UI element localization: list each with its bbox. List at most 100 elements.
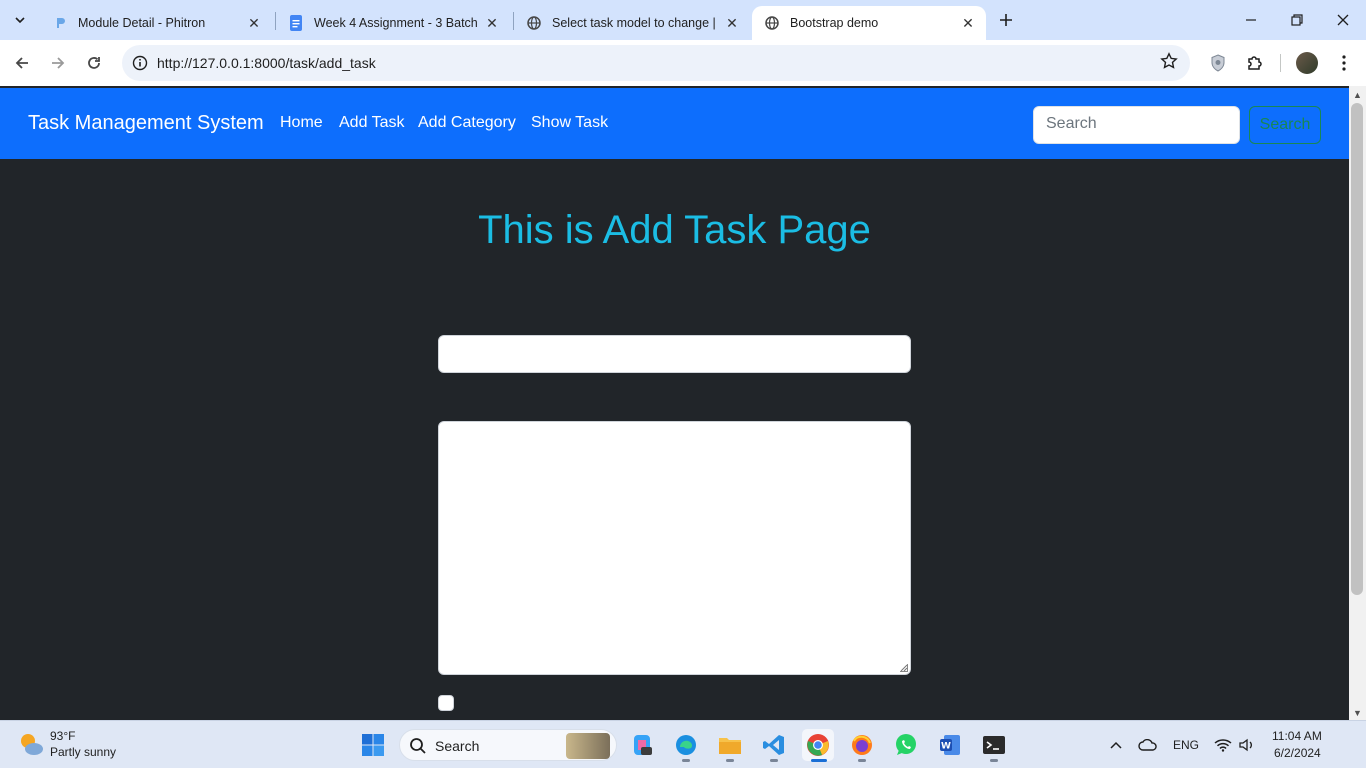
minimize-button[interactable] [1228,0,1274,40]
word-app[interactable]: W [934,729,966,761]
search-button[interactable]: Search [1249,106,1321,144]
page-scrollbar[interactable]: ▲ ▼ [1349,86,1366,720]
site-info-icon[interactable] [130,53,150,73]
phitron-icon [52,15,68,31]
reload-icon [88,57,100,69]
page-viewport: Task Management System Home Add Task Add… [0,86,1349,720]
restore-button[interactable] [1274,0,1320,40]
svg-text:W: W [941,742,951,752]
restore-icon [1291,14,1303,26]
firefox-app[interactable] [846,729,878,762]
tab-title: Week 4 Assignment - 3 Batch 4 [314,16,478,30]
scrollbar-thumb[interactable] [1351,103,1363,595]
kebab-menu-icon[interactable] [1332,51,1356,75]
browser-toolbar: http://127.0.0.1:8000/task/add_task [0,40,1366,86]
taskbar-search[interactable]: Search [399,729,617,761]
show-hidden-icons-button[interactable] [1106,721,1126,768]
nav-link-add-category[interactable]: Add Category [418,114,516,132]
shield-extension-icon[interactable] [1206,51,1230,75]
running-indicator [726,759,734,762]
clock-date[interactable]: 6/2/2024 [1274,746,1321,760]
tab-week4-assignment[interactable]: Week 4 Assignment - 3 Batch 4 ✕ [276,6,510,40]
weather-description[interactable]: Partly sunny [50,745,116,759]
close-icon[interactable]: ✕ [484,15,500,31]
scroll-down-icon[interactable]: ▼ [1353,708,1362,718]
task-description-textarea[interactable] [438,421,911,675]
profile-avatar[interactable] [1296,52,1318,74]
bookmark-star-icon[interactable] [1160,52,1178,75]
globe-icon [526,15,542,31]
word-icon: W [940,735,960,755]
running-indicator [990,759,998,762]
terminal-app[interactable] [978,729,1010,762]
whatsapp-icon [896,734,916,755]
docs-icon [288,15,304,31]
whatsapp-app[interactable] [890,729,922,761]
extensions-puzzle-icon[interactable] [1243,51,1267,75]
reload-button[interactable] [82,51,106,75]
search-icon [410,738,426,754]
site-navbar: Task Management System Home Add Task Add… [0,88,1349,159]
chrome-app[interactable] [802,729,834,762]
arrow-right-icon [52,57,65,69]
tab-search-button[interactable] [8,8,32,32]
globe-icon [764,15,780,31]
folder-icon [719,738,741,754]
edge-app[interactable] [670,729,702,762]
search-input[interactable]: Search [1033,106,1240,144]
new-tab-button[interactable] [994,8,1018,32]
firefox-icon [852,735,872,755]
running-indicator [770,759,778,762]
plus-icon [1000,14,1012,26]
forward-button[interactable] [46,51,70,75]
onedrive-tray[interactable] [1136,721,1160,768]
back-button[interactable] [10,51,34,75]
tab-select-task-model[interactable]: Select task model to change | D ✕ [514,6,750,40]
close-icon[interactable]: ✕ [246,15,262,31]
tab-title: Module Detail - Phitron [78,16,206,30]
tab-title: Bootstrap demo [790,16,879,30]
nav-link-add-task[interactable]: Add Task [339,114,405,132]
vscode-app[interactable] [758,729,790,762]
copilot-app[interactable] [626,729,658,761]
chevron-down-icon [15,17,25,24]
windows-logo-icon [362,734,384,756]
weather-sun-cloud-icon[interactable] [17,730,45,758]
nav-link-show-task[interactable]: Show Task [531,114,608,132]
navbar-brand[interactable]: Task Management System [28,112,264,135]
taskbar-search-label: Search [435,738,480,754]
close-icon [1337,14,1349,26]
task-completed-checkbox[interactable] [438,695,454,711]
toolbar-divider [1280,54,1281,72]
speaker-icon [1239,738,1252,752]
windows-taskbar: 93°F Partly sunny Search W ENG 11:04 AM … [0,720,1366,768]
active-indicator [811,759,827,762]
language-indicator[interactable]: ENG [1170,721,1202,768]
weather-temperature[interactable]: 93°F [50,729,75,743]
page-title: This is Add Task Page [478,208,871,252]
clock-time[interactable]: 11:04 AM [1272,729,1322,743]
scroll-up-icon[interactable]: ▲ [1353,90,1362,100]
close-icon[interactable]: ✕ [960,15,976,31]
close-window-button[interactable] [1320,0,1366,40]
url-text[interactable]: http://127.0.0.1:8000/task/add_task [157,55,376,71]
task-title-input[interactable] [438,335,911,373]
search-highlight-art [566,733,610,759]
chrome-icon [807,734,829,756]
volume-tray[interactable] [1236,721,1258,768]
language-label: ENG [1172,738,1199,752]
resize-handle-icon[interactable] [900,664,908,672]
start-button[interactable] [357,729,389,761]
close-icon[interactable]: ✕ [724,15,740,31]
tab-module-detail[interactable]: Module Detail - Phitron ✕ [40,6,272,40]
edge-icon [676,735,696,755]
tab-bootstrap-demo[interactable]: Bootstrap demo ✕ [752,6,986,40]
search-button-label: Search [1259,116,1311,133]
nav-link-home[interactable]: Home [280,114,323,132]
minimize-icon [1246,19,1256,21]
address-bar[interactable]: http://127.0.0.1:8000/task/add_task [122,45,1190,81]
tab-strip: Module Detail - Phitron ✕ Week 4 Assignm… [0,0,1366,40]
search-placeholder: Search [1046,115,1097,132]
wifi-tray[interactable] [1212,721,1234,768]
file-explorer-app[interactable] [714,729,746,762]
